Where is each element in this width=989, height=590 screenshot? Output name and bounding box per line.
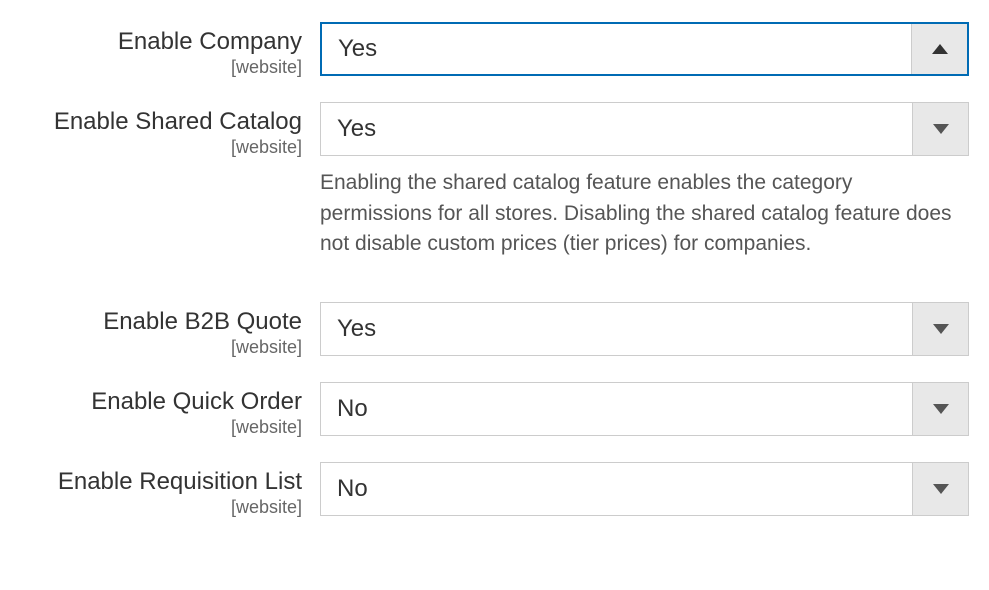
select-arrow-button[interactable]	[912, 103, 968, 155]
select-value: Yes	[321, 303, 912, 355]
select-arrow-button[interactable]	[912, 463, 968, 515]
control-enable-shared-catalog: Yes Enabling the shared catalog feature …	[320, 102, 969, 259]
select-enable-requisition-list[interactable]: No	[320, 462, 969, 516]
label-enable-company: Enable Company [website]	[20, 22, 320, 78]
note-enable-shared-catalog: Enabling the shared catalog feature enab…	[320, 168, 969, 259]
control-enable-requisition-list: No	[320, 462, 969, 516]
label-enable-b2b-quote: Enable B2B Quote [website]	[20, 302, 320, 358]
field-enable-shared-catalog: Enable Shared Catalog [website] Yes Enab…	[20, 102, 969, 259]
label-enable-shared-catalog: Enable Shared Catalog [website]	[20, 102, 320, 158]
field-enable-quick-order: Enable Quick Order [website] No	[20, 382, 969, 438]
label-text: Enable Company	[20, 28, 302, 57]
select-value: No	[321, 383, 912, 435]
label-text: Enable Requisition List	[20, 468, 302, 497]
field-enable-company: Enable Company [website] Yes	[20, 22, 969, 78]
label-text: Enable B2B Quote	[20, 308, 302, 337]
chevron-down-icon	[933, 404, 949, 414]
select-value: No	[321, 463, 912, 515]
select-arrow-button[interactable]	[912, 383, 968, 435]
scope-text: [website]	[20, 137, 302, 159]
chevron-up-icon	[932, 44, 948, 54]
label-text: Enable Shared Catalog	[20, 108, 302, 137]
scope-text: [website]	[20, 57, 302, 79]
label-text: Enable Quick Order	[20, 388, 302, 417]
control-enable-company: Yes	[320, 22, 969, 76]
control-enable-b2b-quote: Yes	[320, 302, 969, 356]
select-enable-b2b-quote[interactable]: Yes	[320, 302, 969, 356]
chevron-down-icon	[933, 124, 949, 134]
chevron-down-icon	[933, 484, 949, 494]
select-value: Yes	[322, 24, 911, 74]
select-arrow-button[interactable]	[911, 24, 967, 74]
scope-text: [website]	[20, 497, 302, 519]
label-enable-requisition-list: Enable Requisition List [website]	[20, 462, 320, 518]
scope-text: [website]	[20, 337, 302, 359]
select-enable-shared-catalog[interactable]: Yes	[320, 102, 969, 156]
field-enable-requisition-list: Enable Requisition List [website] No	[20, 462, 969, 518]
select-value: Yes	[321, 103, 912, 155]
label-enable-quick-order: Enable Quick Order [website]	[20, 382, 320, 438]
control-enable-quick-order: No	[320, 382, 969, 436]
field-enable-b2b-quote: Enable B2B Quote [website] Yes	[20, 302, 969, 358]
scope-text: [website]	[20, 417, 302, 439]
select-enable-quick-order[interactable]: No	[320, 382, 969, 436]
chevron-down-icon	[933, 324, 949, 334]
select-enable-company[interactable]: Yes	[320, 22, 969, 76]
select-arrow-button[interactable]	[912, 303, 968, 355]
